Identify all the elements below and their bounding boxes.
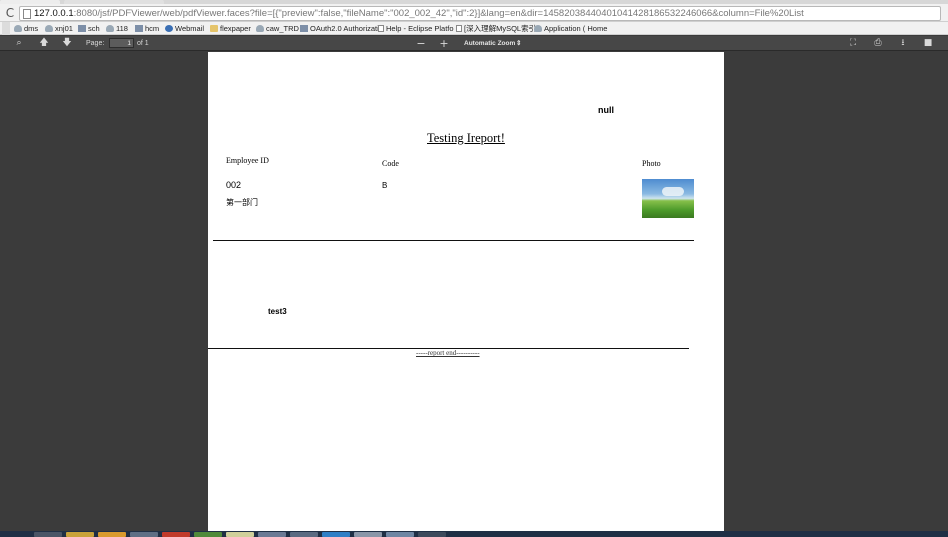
- url-text: 127.0.0.1:8080/jsf/PDFViewer/web/pdfView…: [34, 8, 934, 20]
- taskbar-button[interactable]: [98, 532, 126, 537]
- apps-icon[interactable]: [2, 22, 10, 35]
- taskbar-button[interactable]: [34, 532, 62, 537]
- bookmark-flexpaper[interactable]: flexpaper: [210, 22, 251, 35]
- zoom-value: Automatic Zoom: [464, 40, 516, 47]
- cloud-icon: [45, 25, 53, 32]
- taskbar-button[interactable]: [322, 532, 350, 537]
- employee-id-value: 002: [226, 180, 242, 190]
- page-icon: [23, 9, 31, 19]
- summary-text: test3: [268, 307, 287, 316]
- reload-icon[interactable]: C: [3, 5, 17, 21]
- zoom-select[interactable]: Automatic Zoom ⇕: [459, 37, 527, 50]
- pdf-toolbar: ⌕ 🡅 🡇 Page: 1 of 1 − + Automatic Zoom ⇕ …: [0, 36, 948, 51]
- pdf-page: null Testing Ireport! Employee ID Code P…: [208, 52, 724, 537]
- url-host: 127.0.0.1: [34, 8, 74, 19]
- previous-page-icon[interactable]: 🡅: [38, 37, 50, 50]
- report-title: Testing Ireport!: [427, 131, 505, 145]
- bookmark-oauth[interactable]: OAuth2.0 Authorizatio: [300, 22, 383, 35]
- taskbar-button[interactable]: [386, 532, 414, 537]
- bookmark-xnj01[interactable]: xnj01: [45, 22, 73, 35]
- address-bar-row: C 127.0.0.1:8080/jsf/PDFViewer/web/pdfVi…: [0, 4, 948, 22]
- taskbar-button[interactable]: [354, 532, 382, 537]
- bookmark-caw-trd[interactable]: caw_TRD: [256, 22, 299, 35]
- cloud-icon: [256, 25, 264, 32]
- grid-icon: [300, 25, 308, 32]
- report-footer: -----report end----------: [416, 349, 480, 357]
- bookmarks-bar: dms xnj01 sch 118 hcm Webmail flexpaper …: [0, 22, 948, 35]
- bookmark-label: [深入理解MySQL索引: [464, 24, 537, 33]
- grid-icon: [78, 25, 86, 32]
- column-header-employee-id: Employee ID: [226, 156, 269, 165]
- page-label: Page:: [86, 40, 105, 47]
- bookmark-label: 118: [116, 24, 128, 33]
- bookmark-label: Application ( Home: [544, 24, 608, 33]
- browser-window: C 127.0.0.1:8080/jsf/PDFViewer/web/pdfVi…: [0, 0, 948, 537]
- bookmark-label: OAuth2.0 Authorizatio: [310, 24, 383, 33]
- bookmark-label: caw_TRD: [266, 24, 299, 33]
- taskbar-button[interactable]: [162, 532, 190, 537]
- page-count: of 1: [137, 40, 149, 47]
- column-header-code: Code: [382, 159, 399, 168]
- zoom-out-icon[interactable]: −: [414, 37, 428, 50]
- fullscreen-icon[interactable]: ⛶: [846, 37, 860, 50]
- bookmark-eclipse-help[interactable]: Help - Eclipse Platfo: [378, 22, 454, 35]
- taskbar-button[interactable]: [130, 532, 158, 537]
- globe-icon: [165, 25, 173, 32]
- url-input[interactable]: 127.0.0.1:8080/jsf/PDFViewer/web/pdfView…: [19, 6, 941, 21]
- bookmark-label: xnj01: [55, 24, 73, 33]
- zoom-in-icon[interactable]: +: [437, 37, 451, 50]
- cloud-shape: [662, 187, 684, 196]
- page-number-input[interactable]: 1: [109, 38, 134, 48]
- bookmark-icon[interactable]: ■: [921, 37, 935, 50]
- bookmark-sch[interactable]: sch: [78, 22, 100, 35]
- taskbar-button[interactable]: [258, 532, 286, 537]
- bookmark-118[interactable]: 118: [106, 22, 128, 35]
- chevron-updown-icon: ⇕: [516, 40, 522, 47]
- bookmark-dms[interactable]: dms: [14, 22, 38, 35]
- taskbar-button[interactable]: [226, 532, 254, 537]
- bookmark-label: flexpaper: [220, 24, 251, 33]
- next-page-icon[interactable]: 🡇: [61, 37, 73, 50]
- taskbar-button[interactable]: [418, 532, 446, 537]
- bookmark-application[interactable]: Application ( Home: [534, 22, 607, 35]
- grid-icon: [135, 25, 143, 32]
- cloud-icon: [534, 25, 542, 32]
- doc-icon: [456, 25, 462, 32]
- detail-divider: [213, 240, 694, 241]
- taskbar-button[interactable]: [290, 532, 318, 537]
- bookmark-label: hcm: [145, 24, 160, 33]
- cloud-icon: [14, 25, 22, 32]
- bookmark-label: sch: [88, 24, 100, 33]
- os-taskbar: [0, 531, 948, 537]
- download-icon[interactable]: ⭳: [896, 37, 910, 50]
- column-header-photo: Photo: [642, 159, 661, 168]
- url-path: :8080/jsf/PDFViewer/web/pdfViewer.faces?…: [73, 8, 804, 19]
- bookmark-label: Help - Eclipse Platfo: [386, 24, 454, 33]
- taskbar-button[interactable]: [194, 532, 222, 537]
- bookmark-hcm[interactable]: hcm: [135, 22, 159, 35]
- employee-photo: [642, 179, 694, 218]
- bookmark-label: dms: [24, 24, 39, 33]
- taskbar-button[interactable]: [66, 532, 94, 537]
- department-value: 第一部门: [226, 198, 258, 207]
- folder-icon: [210, 25, 218, 32]
- cloud-icon: [106, 25, 114, 32]
- bookmark-label: Webmail: [175, 24, 205, 33]
- doc-icon: [378, 25, 384, 32]
- bookmark-webmail[interactable]: Webmail: [165, 22, 204, 35]
- print-icon[interactable]: ⎙: [871, 37, 885, 50]
- search-icon[interactable]: ⌕: [13, 37, 25, 50]
- code-value: B: [382, 181, 388, 190]
- null-field: null: [598, 105, 614, 115]
- bookmark-mysql[interactable]: [深入理解MySQL索引: [456, 22, 536, 35]
